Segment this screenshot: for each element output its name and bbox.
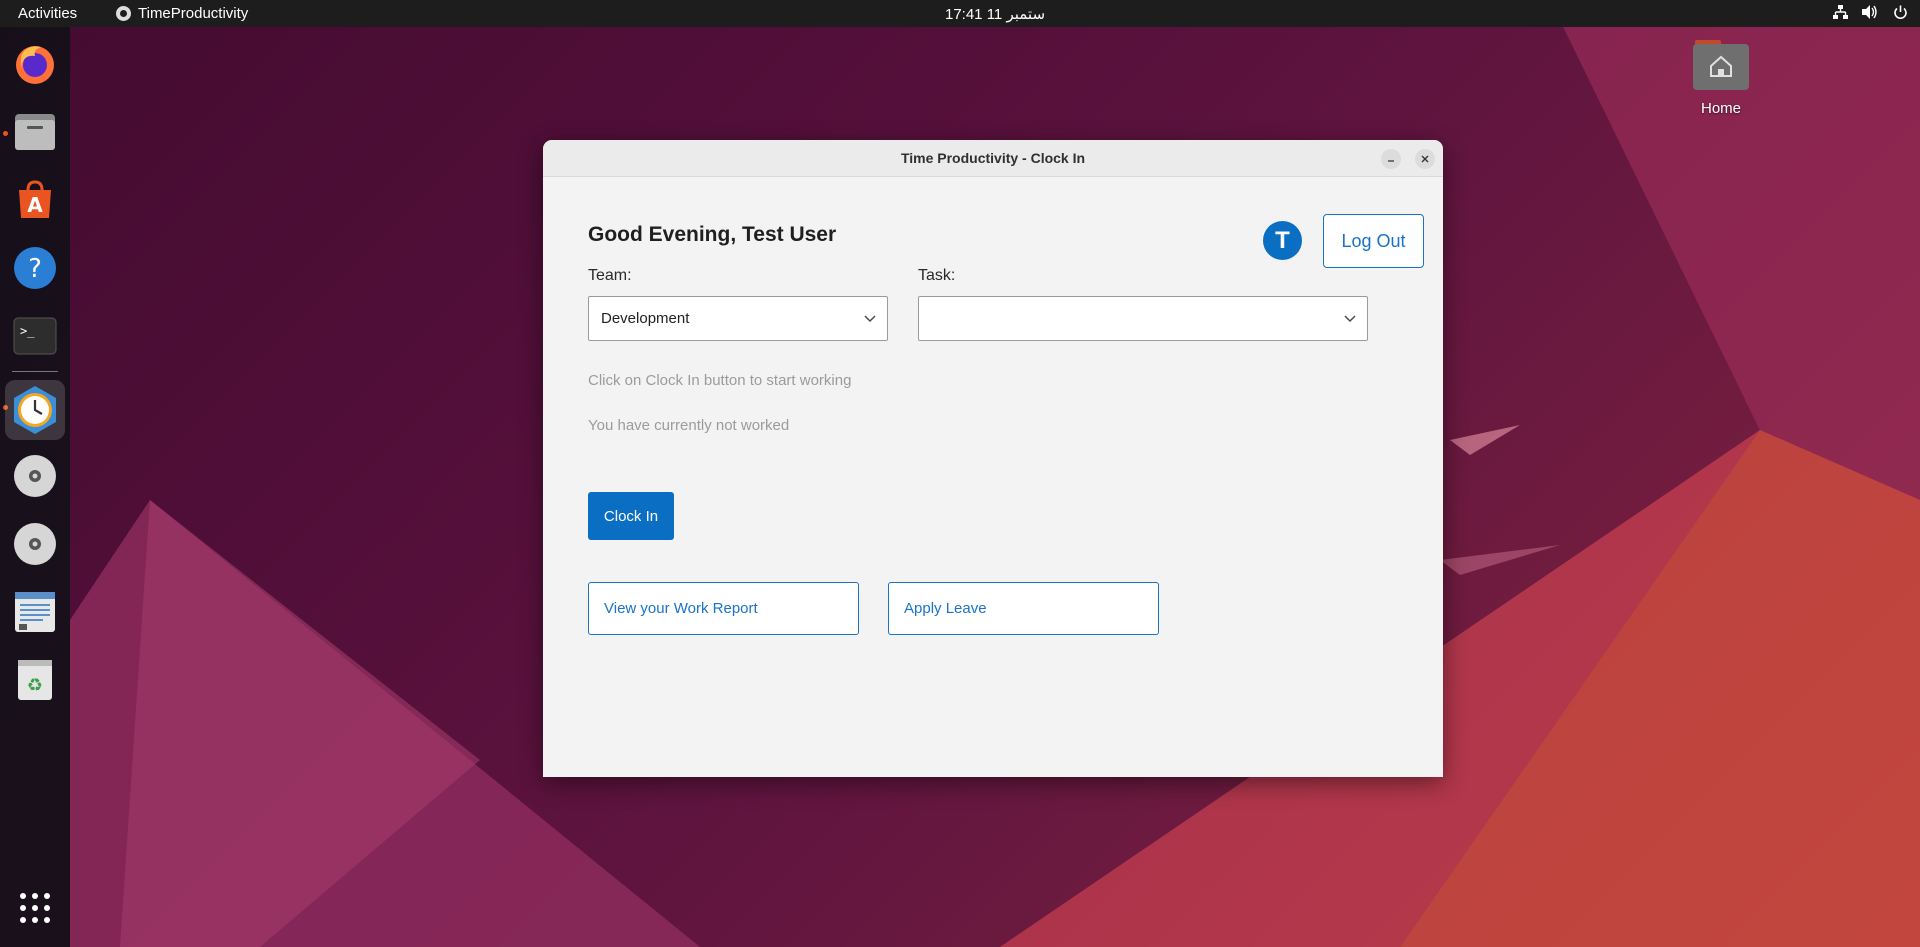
svg-text:A: A: [27, 193, 43, 217]
task-label: Task:: [918, 267, 956, 284]
close-button[interactable]: [1415, 149, 1435, 169]
task-select[interactable]: [918, 296, 1368, 341]
firefox-icon: [16, 46, 54, 84]
show-apps-icon: [20, 893, 50, 923]
text-editor-icon: [15, 592, 55, 632]
dock-item-text-editor[interactable]: [10, 587, 60, 637]
activities-button[interactable]: Activities: [18, 5, 77, 22]
clock-in-button[interactable]: Clock In: [588, 492, 674, 540]
volume-icon: [1862, 4, 1878, 20]
power-icon: [1892, 4, 1908, 20]
team-select-value: Development: [601, 310, 690, 327]
minimize-button[interactable]: [1381, 149, 1401, 169]
network-icon: [1832, 4, 1848, 20]
greeting-heading: Good Evening, Test User: [588, 223, 837, 246]
team-label: Team:: [588, 267, 632, 284]
svg-text:?: ?: [28, 254, 42, 284]
help-icon: ?: [14, 247, 56, 289]
app-window: Time Productivity - Clock In Good Evenin…: [543, 140, 1443, 777]
show-apps-button[interactable]: [10, 883, 60, 933]
desktop-home[interactable]: Home: [1690, 40, 1752, 117]
dock-item-disc-1[interactable]: [10, 451, 60, 501]
home-label: Home: [1700, 100, 1741, 117]
team-select[interactable]: Development: [588, 296, 888, 341]
dock-item-firefox[interactable]: [10, 39, 60, 89]
home-folder-icon: [1693, 40, 1749, 90]
app-menu-icon: [116, 6, 131, 21]
app-menu-label: TimeProductivity: [138, 5, 249, 22]
avatar[interactable]: T: [1263, 221, 1302, 260]
app-menu[interactable]: TimeProductivity: [116, 5, 248, 22]
close-icon: [1421, 155, 1429, 163]
view-work-report-button[interactable]: View your Work Report: [588, 582, 859, 635]
disc-icon: [14, 523, 56, 565]
chevron-down-icon: [1344, 315, 1356, 322]
dock-item-app-center[interactable]: A: [10, 175, 60, 225]
window-content: Good Evening, Test User T Log Out Team: …: [543, 177, 1443, 777]
dock: A ? >_ ♻: [0, 27, 70, 947]
chevron-down-icon: [864, 315, 876, 322]
dock-item-disc-2[interactable]: [10, 519, 60, 569]
top-bar: Activities TimeProductivity 17:41 11 ستم…: [0, 0, 1920, 27]
window-title: Time Productivity - Clock In: [900, 150, 1086, 166]
apply-leave-button[interactable]: Apply Leave: [888, 582, 1159, 635]
svg-text:>_: >_: [20, 324, 35, 338]
dock-item-files[interactable]: [10, 107, 60, 157]
window-titlebar[interactable]: Time Productivity - Clock In: [543, 140, 1443, 177]
worked-status: You have currently not worked: [588, 417, 790, 434]
dock-item-trash[interactable]: ♻: [10, 655, 60, 705]
disc-icon: [14, 455, 56, 497]
logout-button[interactable]: Log Out: [1323, 214, 1424, 268]
files-icon: [15, 114, 55, 150]
minimize-icon: [1388, 160, 1394, 162]
svg-text:♻: ♻: [27, 675, 43, 696]
app-center-icon: A: [19, 180, 51, 218]
clock[interactable]: 17:41 11 ستمبر: [0, 5, 1920, 23]
trash-icon: ♻: [18, 660, 52, 700]
dock-item-time-productivity[interactable]: [5, 380, 65, 440]
dock-item-help[interactable]: ?: [10, 243, 60, 293]
dock-separator: [12, 371, 58, 372]
clock-in-hint: Click on Clock In button to start workin…: [588, 372, 852, 389]
dock-item-terminal[interactable]: >_: [10, 311, 60, 361]
time-productivity-icon: [14, 386, 56, 434]
terminal-icon: >_: [13, 317, 57, 355]
system-tray[interactable]: [1832, 4, 1908, 20]
running-indicator: [3, 131, 8, 136]
